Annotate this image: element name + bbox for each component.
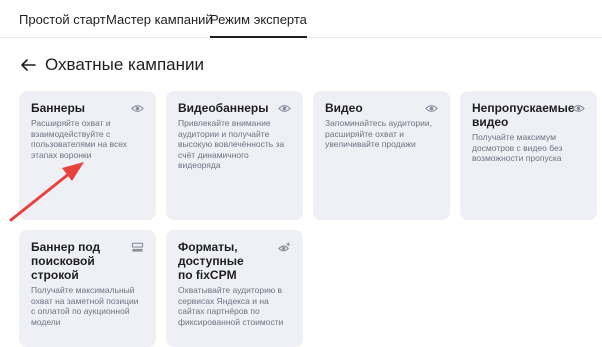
card-description: Охватывайте аудиторию в сервисах Яндекса… bbox=[178, 285, 284, 327]
eye-icon[interactable] bbox=[572, 102, 585, 115]
card-title: Видеобаннеры bbox=[178, 101, 269, 115]
card-description: Получайте максимум досмотров с видео без… bbox=[472, 132, 563, 163]
card-title: Форматы, доступные по fixCPM bbox=[178, 240, 244, 282]
back-arrow-icon[interactable] bbox=[19, 56, 37, 74]
card-title: Баннер под поисковой строкой bbox=[31, 240, 101, 282]
card-title: Видео bbox=[325, 101, 363, 115]
eye-icon[interactable] bbox=[425, 102, 438, 115]
tab-campaign-wizard[interactable]: Мастер кампаний bbox=[106, 12, 213, 27]
tab-simple-start[interactable]: Простой старт bbox=[19, 12, 106, 27]
card-description: Расширяйте охват и взаимодействуйте с по… bbox=[31, 118, 128, 160]
card-fixcpm-formats[interactable]: Форматы, доступные по fixCPM Охватывайте… bbox=[166, 230, 303, 347]
card-description: Получайте максимальный охват на заметной… bbox=[31, 285, 139, 327]
card-video[interactable]: Видео Запоминайтесь аудитории, расширяйт… bbox=[313, 91, 450, 220]
card-video-banners[interactable]: Видеобаннеры Привлекайте внимание аудито… bbox=[166, 91, 303, 220]
banner-icon[interactable] bbox=[131, 241, 144, 254]
tab-expert-mode[interactable]: Режим эксперта bbox=[210, 12, 307, 38]
eye-plus-icon[interactable] bbox=[278, 241, 291, 254]
eye-icon[interactable] bbox=[131, 102, 144, 115]
card-description: Запоминайтесь аудитории, расширяйте охва… bbox=[325, 118, 432, 149]
card-unskippable-video[interactable]: Непропускаемые видео Получайте максимум … bbox=[460, 91, 597, 220]
page-title: Охватные кампании bbox=[45, 55, 205, 74]
card-title: Баннеры bbox=[31, 101, 86, 115]
card-description: Привлекайте внимание аудитории и получай… bbox=[178, 118, 285, 170]
card-title: Непропускаемые видео bbox=[472, 101, 575, 129]
card-banners[interactable]: Баннеры Расширяйте охват и взаимодейству… bbox=[19, 91, 156, 220]
card-search-banner[interactable]: Баннер под поисковой строкой Получайте м… bbox=[19, 230, 156, 347]
tab-bar: Простой старт Мастер кампаний Режим эксп… bbox=[0, 0, 602, 38]
eye-icon[interactable] bbox=[278, 102, 291, 115]
